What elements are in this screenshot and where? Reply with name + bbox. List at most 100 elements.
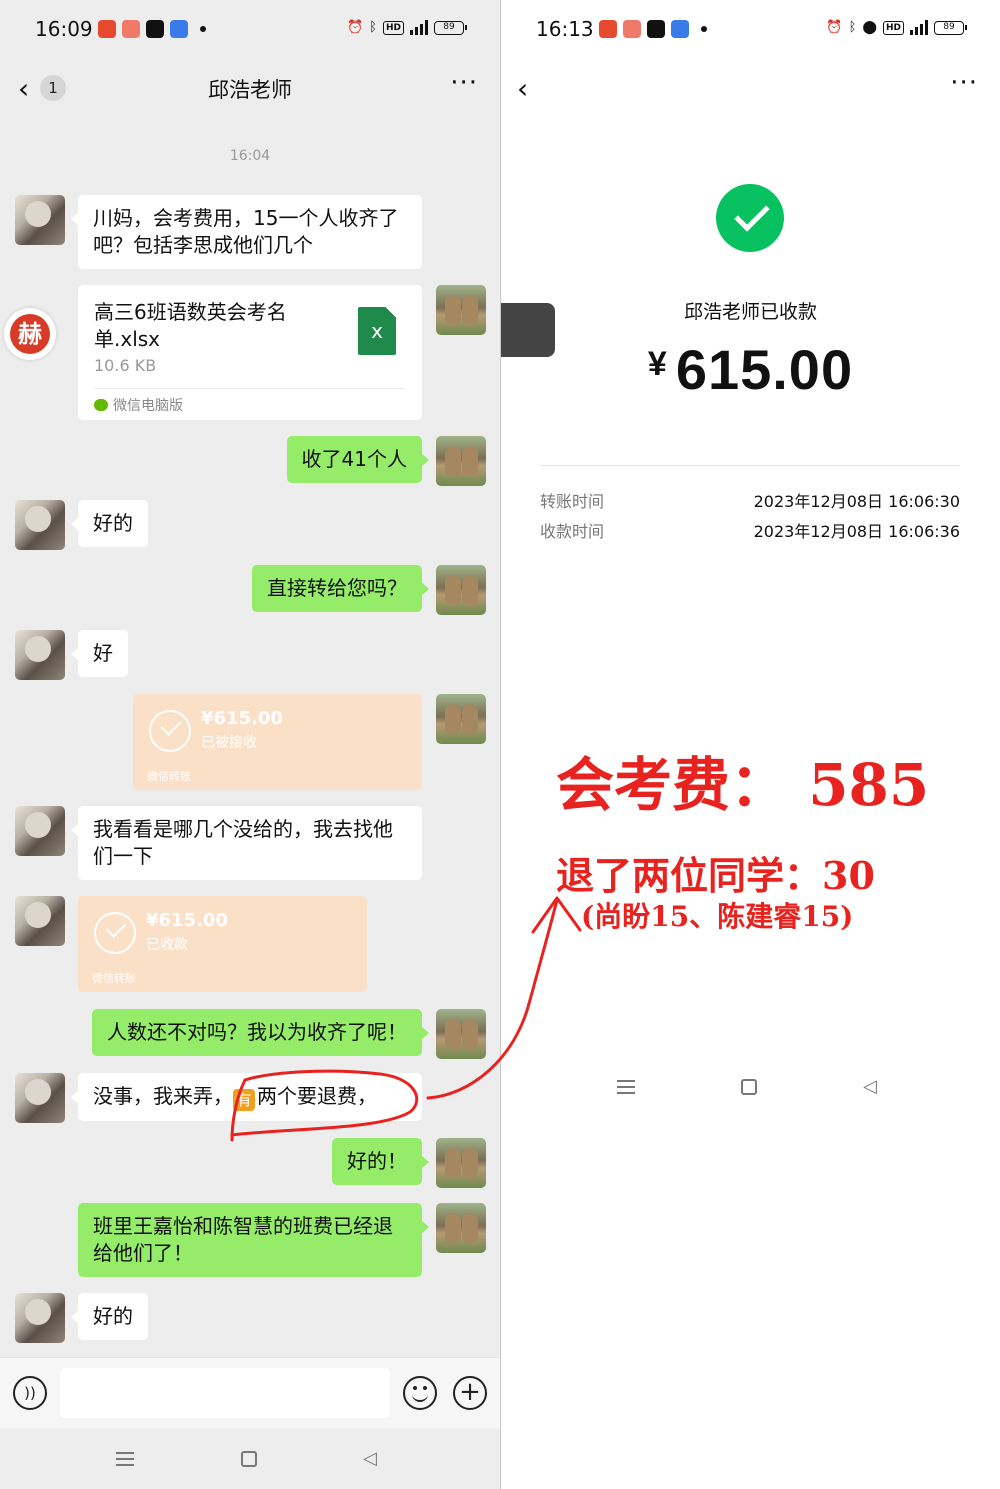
tiktok-icon [146,20,164,38]
self-avatar[interactable] [436,285,486,335]
more-notifications-dot [701,26,707,32]
transfer-card[interactable]: ¥615.00 已收款 微信转账 [78,896,367,992]
divider [94,388,406,389]
emoji-you-icon: 有 [233,1089,255,1111]
file-source-label: 微信电脑版 [113,398,183,414]
contact-avatar[interactable] [15,896,65,946]
battery-icon: 89 [434,20,467,35]
game-notification-icon [623,20,641,38]
transfer-amount: ¥615.00 [201,708,283,729]
signal-icon [410,20,428,35]
logo-glyph: 赫 [10,314,50,354]
outgoing-message[interactable]: 班里王嘉怡和陈智慧的班费已经退给他们了！ [78,1203,429,1277]
amount-value: 615.00 [675,338,854,401]
payment-detail-screen: 16:13 ⏰ ᛒ ⬤ HD 89 ‹ ··· 邱浩老师已收款 ¥615.00 … [501,0,1000,1489]
location-icon: ⬤ [862,20,877,35]
more-options-icon[interactable]: ··· [950,68,978,98]
contact-avatar[interactable] [15,1293,65,1343]
annotation-exam-fee: 会考费： 585 [556,751,930,819]
app-notification-icon [671,20,689,38]
game-notification-icon [122,20,140,38]
system-nav-bar: ◁ [501,1068,1000,1108]
excel-file-icon: x [358,307,396,355]
battery-icon: 89 [934,20,967,35]
chat-screen: 16:09 ⏰ ᛒ HD 89 ‹ 1 邱浩老师 ··· 16:04 川妈，会考… [0,0,500,1489]
incoming-message[interactable]: 我看看是哪几个没给的，我去找他们一下 [71,806,422,880]
incoming-message[interactable]: 好的 [71,1293,148,1340]
status-time: 16:09 [35,17,93,41]
contact-avatar[interactable] [15,500,65,550]
bluetooth-icon: ᛒ [848,20,857,35]
signal-icon [910,20,928,35]
outgoing-message[interactable]: 收了41个人 [286,436,430,483]
status-time: 16:13 [536,17,594,41]
self-avatar[interactable] [436,1009,486,1059]
more-notifications-dot [200,26,206,32]
transfer-status: 已收款 [146,937,188,953]
success-check-icon [716,184,784,252]
incoming-message[interactable]: 川妈，会考费用，15一个人收齐了吧？包括李思成他们几个 [71,195,422,269]
check-icon [149,710,191,752]
self-avatar[interactable] [436,436,486,486]
currency-symbol: ¥ [647,345,668,383]
file-size: 10.6 KB [94,356,157,375]
more-actions-icon[interactable]: + [453,1376,487,1410]
transfer-status: 已被接收 [201,735,257,751]
outgoing-message[interactable]: 直接转给您吗？ [252,565,429,612]
floating-app-logo[interactable]: 赫 [4,308,56,360]
more-options-icon[interactable]: ··· [450,68,478,98]
system-icons: ⏰ ᛒ HD 89 [346,20,467,35]
contact-avatar[interactable] [15,630,65,680]
file-message[interactable]: 高三6班语数英会考名单.xlsx 10.6 KB x 微信电脑版 [78,285,422,420]
recent-apps-icon[interactable] [617,1080,635,1098]
alarm-icon: ⏰ [346,20,364,35]
notification-icons [98,20,206,38]
outgoing-message[interactable]: 好的！ [332,1138,429,1185]
contact-avatar[interactable] [15,195,65,245]
contact-avatar[interactable] [15,1073,65,1123]
self-avatar[interactable] [436,1203,486,1253]
detail-row: 收款时间 2023年12月08日 16:06:36 [540,518,960,542]
system-back-icon[interactable]: ◁ [363,1448,377,1469]
incoming-message[interactable]: 没事，我来弄，有两个要退费， [71,1073,422,1121]
status-bar: 16:13 ⏰ ᛒ ⬤ HD 89 [501,0,1000,58]
incoming-message[interactable]: 好的 [71,500,148,547]
divider [540,465,960,466]
hd-icon: HD [882,20,904,35]
annotation-refund: 退了两位同学：30 [556,853,875,898]
detail-value: 2023年12月08日 16:06:30 [753,492,960,511]
transfer-amount: ¥615.00 [146,910,228,931]
detail-label: 转账时间 [540,492,605,511]
incoming-message[interactable]: 好 [71,630,128,677]
chat-input-bar: )) + [0,1357,500,1429]
self-avatar[interactable] [436,694,486,744]
transfer-card[interactable]: ¥615.00 已被接收 微信转账 [133,694,422,790]
transfer-source: 微信转账 [147,770,191,783]
message-timestamp: 16:04 [229,148,271,164]
detail-label: 收款时间 [540,522,605,541]
outgoing-message[interactable]: 人数还不对吗？我以为收齐了呢！ [92,1009,429,1056]
recent-apps-icon[interactable] [116,1452,134,1470]
payment-amount: ¥615.00 [501,337,1000,402]
self-avatar[interactable] [436,565,486,615]
check-icon [94,912,136,954]
annotation-refund-names: (尚盼15、陈建睿15) [581,900,854,933]
file-source: 微信电脑版 [94,395,183,415]
transfer-source: 微信转账 [92,972,136,985]
detail-row: 转账时间 2023年12月08日 16:06:30 [540,488,960,512]
back-icon[interactable]: ‹ [517,72,528,105]
home-icon[interactable] [741,1079,757,1095]
chat-header: ‹ 1 邱浩老师 ··· [0,58,500,118]
home-icon[interactable] [241,1451,257,1467]
emoji-icon[interactable] [403,1376,437,1410]
message-input[interactable] [60,1368,390,1418]
self-avatar[interactable] [436,1138,486,1188]
hd-icon: HD [382,20,404,35]
wechat-icon [94,399,108,411]
contact-avatar[interactable] [15,806,65,856]
chat-title: 邱浩老师 [208,78,292,102]
message-text: 两个要退费， [257,1084,377,1108]
system-back-icon[interactable]: ◁ [863,1076,877,1097]
voice-input-icon[interactable]: )) [13,1376,47,1410]
received-label: 邱浩老师已收款 [683,301,817,323]
